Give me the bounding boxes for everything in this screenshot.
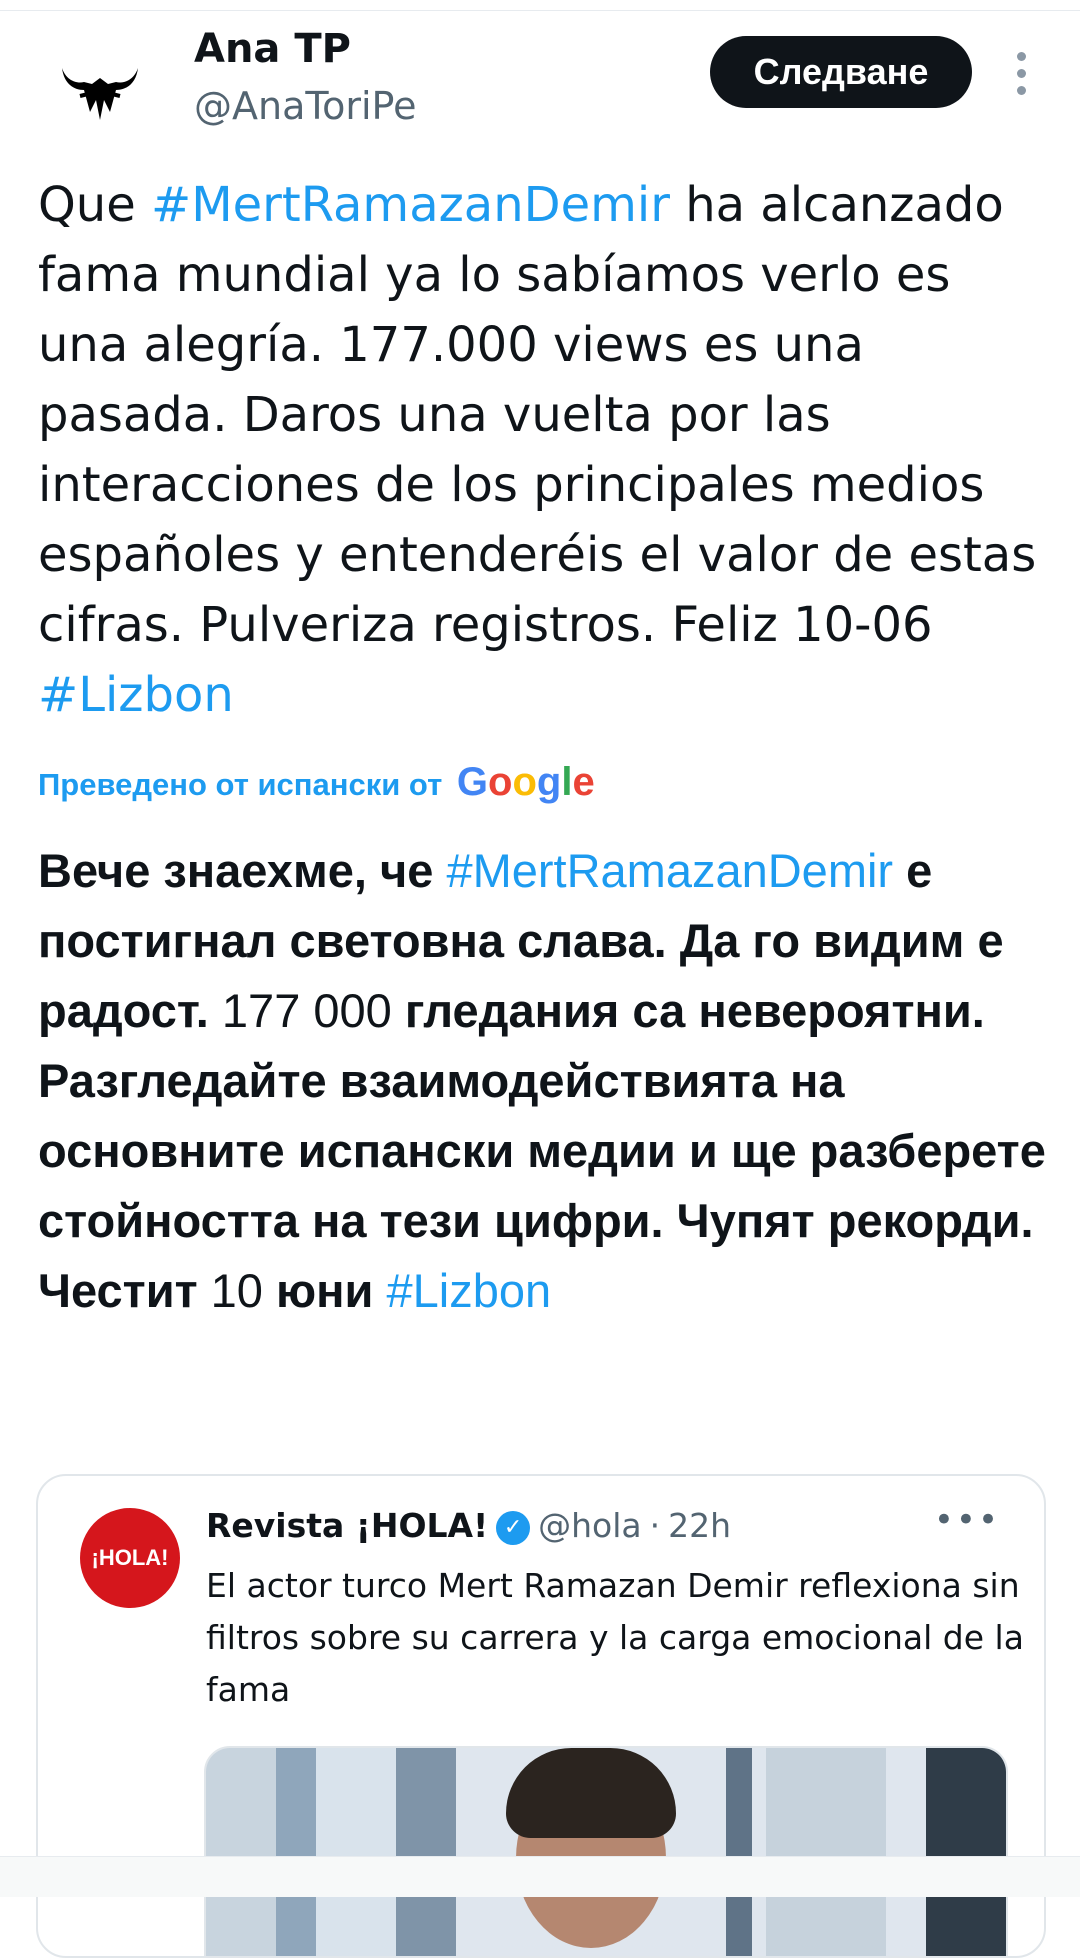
tweet-text: Que #MertRamazanDemir ha alcanzado fama … <box>38 170 1048 730</box>
more-options-icon[interactable] <box>1006 52 1036 98</box>
author-handle[interactable]: @AnaToriPe <box>194 84 417 128</box>
hashtag-link[interactable]: #MertRamazanDemir <box>151 177 670 233</box>
hashtag-link[interactable]: #Lizbon <box>387 1264 552 1317</box>
translation-attribution-label: Преведено от испански от <box>38 767 443 802</box>
follow-button[interactable]: Следване <box>710 36 972 108</box>
hashtag-link[interactable]: #Lizbon <box>38 667 234 723</box>
translated-text-number: 10 <box>210 1264 263 1317</box>
hashtag-link[interactable]: #MertRamazanDemir <box>446 844 893 897</box>
translated-text-part: юни <box>262 1264 387 1317</box>
translated-text: Вече знаехме, че #MertRamazanDemir е пос… <box>38 836 1048 1326</box>
top-divider <box>0 10 1080 11</box>
tweet-text-part: ha alcanzado fama mundial ya lo sabíamos… <box>38 177 1037 653</box>
quoted-separator: · <box>649 1506 661 1545</box>
quoted-author-name[interactable]: Revista ¡HOLA! <box>206 1506 488 1545</box>
quoted-text: El actor turco Mert Ramazan Demir reflex… <box>206 1566 1024 1709</box>
quoted-author-handle[interactable]: @hola <box>538 1506 642 1545</box>
quoted-more-icon[interactable]: ••• <box>934 1500 1000 1540</box>
translated-text-part: Вече знаехме, че <box>38 844 447 897</box>
author-name[interactable]: Ana TP <box>194 26 351 72</box>
quoted-time: 22h <box>668 1506 732 1545</box>
tweet-text-part: Que <box>38 177 151 233</box>
bull-logo-icon <box>62 68 138 120</box>
hola-avatar[interactable]: ¡HOLA! <box>80 1508 180 1608</box>
quoted-media-image[interactable] <box>204 1746 1008 1956</box>
author-avatar[interactable] <box>44 34 156 146</box>
translated-text-number: 177 000 <box>221 984 392 1037</box>
person-hair <box>506 1748 676 1838</box>
quoted-author-row: Revista ¡HOLA! ✓ @hola · 22h <box>206 1506 731 1545</box>
bottom-bar <box>0 1856 1080 1897</box>
google-logo-icon: Google <box>456 760 595 804</box>
verified-icon: ✓ <box>496 1510 531 1545</box>
translation-attribution[interactable]: Преведено от испански от Google <box>38 760 595 805</box>
